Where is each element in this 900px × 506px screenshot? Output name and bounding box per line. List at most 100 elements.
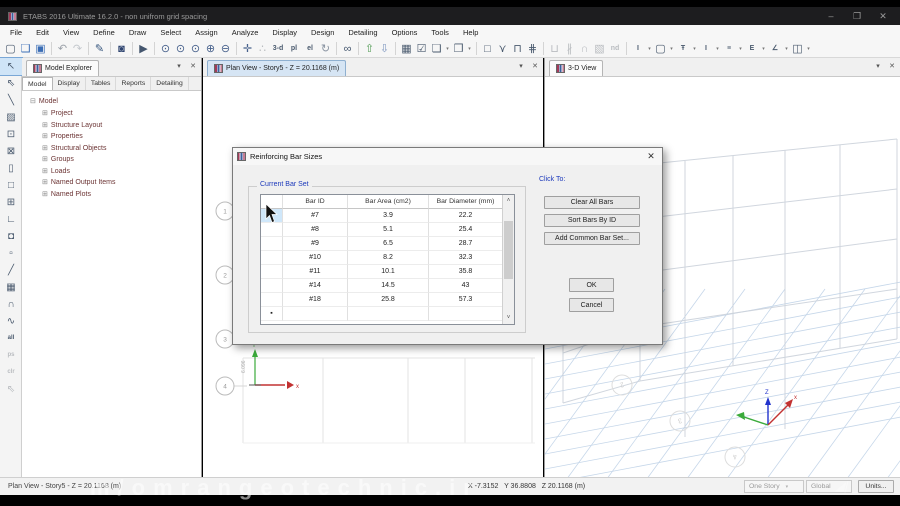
close-button[interactable]: ✕ xyxy=(870,7,896,25)
row-selector-cell[interactable] xyxy=(261,237,283,251)
menu-view[interactable]: View xyxy=(56,26,86,39)
panel-menu-icon[interactable]: ▾ xyxy=(872,62,884,70)
dropdown-arrow-icon[interactable]: ▾ xyxy=(444,46,451,52)
dropdown-arrow-icon[interactable]: ▾ xyxy=(805,46,812,52)
tree-expand-icon[interactable]: ⊞ xyxy=(42,179,48,186)
dropdown-arrow-icon[interactable]: ▾ xyxy=(760,46,767,52)
view-limits-icon[interactable]: ▦ xyxy=(399,41,414,57)
ok-button[interactable]: OK xyxy=(569,278,614,292)
menu-detailing[interactable]: Detailing xyxy=(341,26,384,39)
quick-draw-frame-icon[interactable]: ⊓ xyxy=(510,41,525,57)
wall-design-icon[interactable]: E xyxy=(744,41,760,57)
composite-beam-design-icon[interactable]: Ŧ xyxy=(675,41,691,57)
menu-assign[interactable]: Assign xyxy=(188,26,225,39)
draw-opening-icon[interactable]: ▫ xyxy=(0,245,22,262)
maximize-button[interactable]: ❐ xyxy=(844,7,870,25)
nd-tool-icon[interactable]: nd xyxy=(607,41,623,57)
draw-wall-points-icon[interactable]: ◘ xyxy=(0,228,22,245)
steel-frame-design-icon[interactable]: I xyxy=(630,41,646,57)
select-pointer-icon[interactable]: ↖ xyxy=(0,57,23,76)
add-common-bar-set-button[interactable]: Add Common Bar Set... xyxy=(544,232,640,245)
object-view-options-icon[interactable]: ❒ xyxy=(451,41,466,57)
quick-draw-secondary-beams-icon[interactable]: ⋕ xyxy=(525,41,540,57)
table-scrollbar[interactable]: ˄ ˅ xyxy=(502,195,514,324)
dialog-close-icon[interactable]: ✕ xyxy=(644,151,658,162)
zoom-out-icon[interactable]: ⊖ xyxy=(218,41,233,57)
draw-rectangle-icon[interactable]: □ xyxy=(480,41,495,57)
model-explorer-title-tab[interactable]: Model Explorer xyxy=(26,60,100,76)
tree-item[interactable]: ⊞ Structure Layout xyxy=(42,121,102,129)
table-cell[interactable]: #9 xyxy=(283,237,348,251)
table-cell[interactable]: 35.8 xyxy=(429,265,503,279)
table-cell[interactable]: #10 xyxy=(283,251,348,265)
table-cell[interactable]: 57.3 xyxy=(429,293,503,307)
draw-line-icon[interactable]: ╲ xyxy=(0,92,22,109)
move-up-in-list-icon[interactable]: ⇧ xyxy=(362,41,377,57)
view-elevation-icon[interactable]: el xyxy=(302,41,318,57)
table-cell[interactable]: #11 xyxy=(283,265,348,279)
menu-help[interactable]: Help xyxy=(456,26,485,39)
table-row[interactable]: #11 10.1 35.8 xyxy=(261,265,514,279)
explorer-tab-tables[interactable]: Tables xyxy=(86,77,117,90)
menu-draw[interactable]: Draw xyxy=(122,26,154,39)
lock-model-icon[interactable]: ◙ xyxy=(114,41,129,57)
snap-dots-icon[interactable]: ∴ xyxy=(255,41,270,57)
restore-full-view-icon[interactable]: ⊙ xyxy=(173,41,188,57)
draw-frame-region-icon[interactable]: ▨ xyxy=(0,109,22,126)
table-row[interactable]: #8 5.1 25.4 xyxy=(261,223,514,237)
tree-item[interactable]: ⊞ Structural Objects xyxy=(42,144,107,152)
row-selector-cell[interactable] xyxy=(261,279,283,293)
draw-mesh-icon[interactable]: ▦ xyxy=(0,279,22,296)
bar-sizes-table[interactable]: Bar ID Bar Area (cm2) Bar Diameter (mm) #7 3… xyxy=(260,194,515,325)
draw-gray-box-icon[interactable]: ▧ xyxy=(592,41,607,57)
table-cell[interactable]: 3.9 xyxy=(348,209,429,223)
explorer-tab-model[interactable]: Model xyxy=(22,77,53,90)
explorer-tab-display[interactable]: Display xyxy=(53,77,86,90)
scroll-down-icon[interactable]: ˅ xyxy=(503,312,514,324)
tree-expand-icon[interactable]: ⊞ xyxy=(42,168,48,175)
composite-column-design-icon[interactable]: I xyxy=(698,41,714,57)
menu-analyze[interactable]: Analyze xyxy=(225,26,266,39)
panel-close-icon[interactable]: ✕ xyxy=(187,62,199,70)
menu-select[interactable]: Select xyxy=(153,26,188,39)
snap-clr-icon[interactable]: clr xyxy=(0,364,22,381)
table-row[interactable]: #9 6.5 28.7 xyxy=(261,237,514,251)
draw-curve-icon[interactable]: ∿ xyxy=(0,313,22,330)
tree-item[interactable]: ⊞ Properties xyxy=(42,132,83,140)
new-model-icon[interactable]: ▢ xyxy=(3,41,18,57)
undo-icon[interactable]: ↶ xyxy=(55,41,70,57)
table-cell[interactable]: 28.7 xyxy=(429,237,503,251)
panel-close-icon[interactable]: ✕ xyxy=(529,62,541,70)
dropdown-arrow-icon[interactable]: ▾ xyxy=(783,46,790,52)
detailing-tool-icon[interactable]: ◫ xyxy=(790,41,805,57)
minimize-button[interactable]: – xyxy=(818,7,844,25)
snap-all-icon[interactable]: all xyxy=(0,330,22,347)
tree-expand-icon[interactable]: ⊞ xyxy=(42,145,48,152)
row-selector-cell[interactable] xyxy=(261,251,283,265)
dropdown-arrow-icon[interactable]: ▾ xyxy=(691,46,698,52)
row-selector-cell[interactable] xyxy=(261,223,283,237)
clear-all-bars-button[interactable]: Clear All Bars xyxy=(544,196,640,209)
draw-braced-frame-icon[interactable]: ⊡ xyxy=(0,126,22,143)
draw-link-icon[interactable]: ╱ xyxy=(0,262,22,279)
table-cell[interactable]: #18 xyxy=(283,293,348,307)
draw-wall-stack-icon[interactable]: ⊔ xyxy=(547,41,562,57)
scroll-thumb[interactable] xyxy=(504,221,513,279)
cancel-button[interactable]: Cancel xyxy=(569,298,614,312)
table-cell[interactable]: 43 xyxy=(429,279,503,293)
tree-expand-icon[interactable]: ⊞ xyxy=(42,110,48,117)
view-plan-icon[interactable]: pl xyxy=(286,41,302,57)
tree-item[interactable]: ⊞ Loads xyxy=(42,167,70,175)
panel-menu-icon[interactable]: ▾ xyxy=(173,62,185,70)
panel-menu-icon[interactable]: ▾ xyxy=(515,62,527,70)
steel-joist-design-icon[interactable]: ≡ xyxy=(721,41,737,57)
draw-dome-icon[interactable]: ∩ xyxy=(0,296,22,313)
save-model-icon[interactable]: ▣ xyxy=(33,41,48,57)
menu-edit[interactable]: Edit xyxy=(29,26,56,39)
redo-icon[interactable]: ↷ xyxy=(70,41,85,57)
table-cell[interactable]: #14 xyxy=(283,279,348,293)
explorer-tab-detailing[interactable]: Detailing xyxy=(151,77,189,90)
tree-root-model[interactable]: ⊟ Model xyxy=(30,97,58,105)
auto-draw-icon[interactable]: ∦ xyxy=(562,41,577,57)
tree-item[interactable]: ⊞ Groups xyxy=(42,155,74,163)
